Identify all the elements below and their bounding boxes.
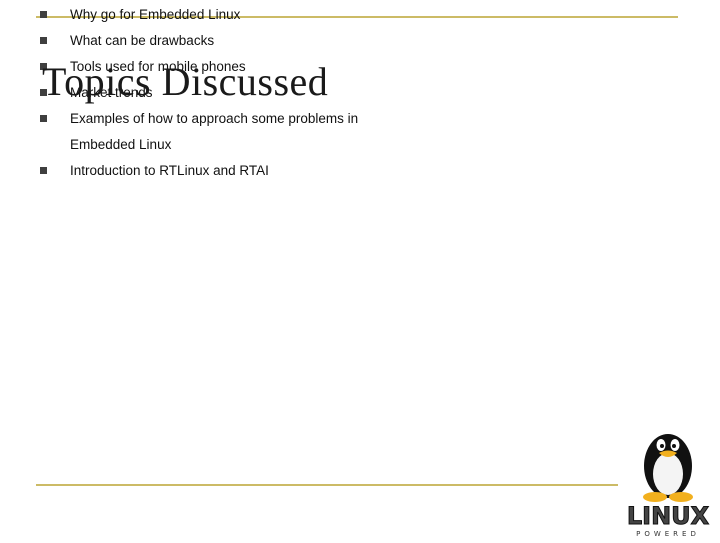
logo-wordmark: LINUX <box>627 502 710 530</box>
bullet-text: Examples of how to approach some problem… <box>70 111 359 126</box>
bullet-square-icon <box>40 115 47 122</box>
bullet-text: Why go for Embedded Linux <box>70 7 241 22</box>
bullet-square-icon <box>40 167 47 174</box>
slide-title: Topics Discussed <box>42 59 329 104</box>
logo-tagline: POWERED <box>636 530 700 538</box>
bullet-square-icon <box>40 11 47 18</box>
linux-powered-logo: LINUX POWERED <box>618 420 718 538</box>
bullet-continuation-text: Embedded Linux <box>70 137 172 152</box>
bullet-text: What can be drawbacks <box>70 33 215 48</box>
tux-penguin-icon: LINUX POWERED <box>626 434 710 538</box>
bottom-divider-line <box>36 484 618 486</box>
bullet-square-icon <box>40 37 47 44</box>
bullet-text: Introduction to RTLinux and RTAI <box>70 163 269 178</box>
